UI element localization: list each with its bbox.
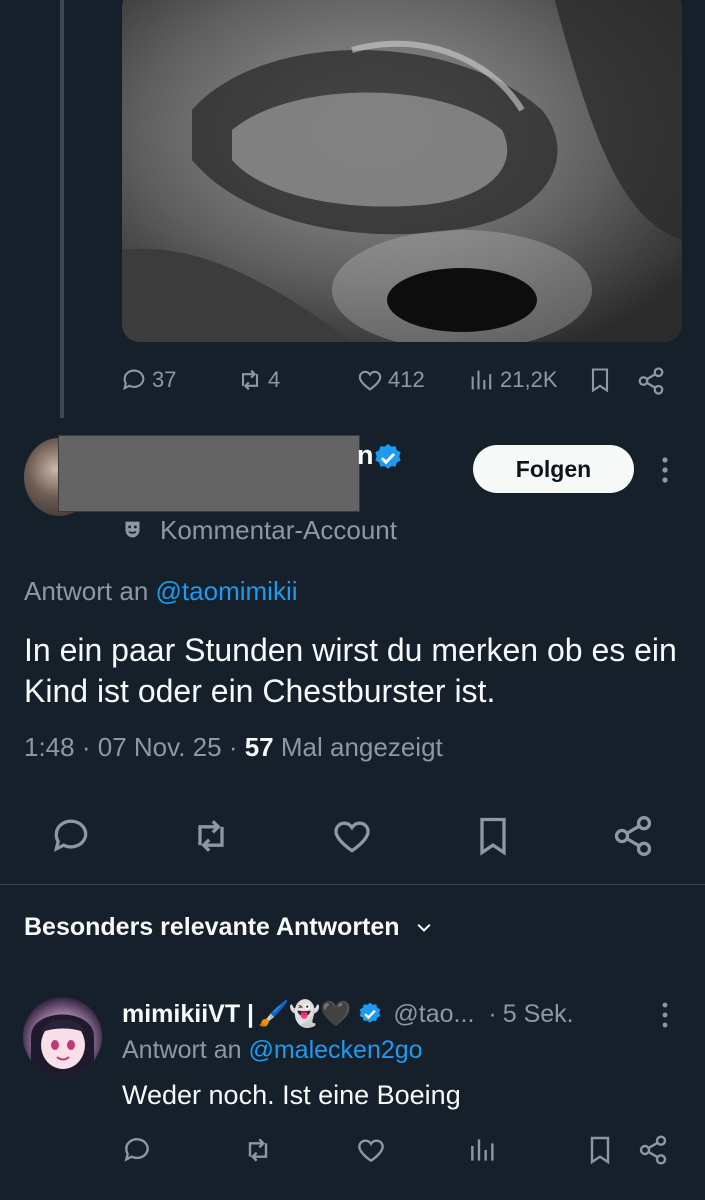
views-stat[interactable]: 21,2K <box>468 358 558 402</box>
retweet-icon[interactable] <box>189 814 233 858</box>
community-account-label: Kommentar-Account <box>122 515 397 546</box>
retweet-count: 4 <box>268 367 281 392</box>
reply-handle-link[interactable]: @taomimikii <box>156 576 298 606</box>
heart-icon <box>358 370 382 391</box>
share-icon[interactable] <box>611 814 655 858</box>
reply-action-bar <box>0 1134 705 1170</box>
reply-icon <box>123 369 145 391</box>
like-count: 412 <box>388 367 425 392</box>
tweet-text: In ein paar Stunden wirst du merken ob e… <box>24 632 677 709</box>
reply-timestamp[interactable]: 5 Sek. <box>503 1000 574 1029</box>
verified-badge-icon <box>360 1002 381 1023</box>
reply-icon[interactable] <box>49 814 93 858</box>
parent-tweet-stats: 37 4 412 21,2K <box>120 358 680 402</box>
reply-count: 37 <box>152 367 177 392</box>
anime-avatar-graphic <box>31 1014 94 1076</box>
ultrasound-graphic <box>122 0 682 342</box>
views-number: 57 <box>244 732 274 762</box>
follow-button[interactable]: Folgen <box>473 445 634 493</box>
retweet-stat[interactable]: 4 <box>236 358 280 402</box>
reply-prefix: Antwort an <box>24 576 149 606</box>
reply-header: mimikiiVT | 🖌️👻🖤 @tao... · 5 Sek. <box>122 996 574 1032</box>
reply-name-emojis: 🖌️👻🖤 <box>258 999 352 1028</box>
retweet-icon <box>241 369 259 391</box>
thread-line <box>60 0 64 418</box>
views-count: 21,2K <box>500 367 558 392</box>
views-chart-icon[interactable] <box>467 1134 499 1166</box>
redacted-author-name <box>58 435 360 512</box>
meta-separator: · <box>81 732 91 762</box>
tweet-date[interactable]: 07 Nov. 25 <box>98 732 222 762</box>
bookmark-icon[interactable] <box>471 814 515 858</box>
theater-masks-icon <box>125 521 140 537</box>
reply-reply-context: Antwort an @malecken2go <box>122 1036 423 1065</box>
reply-stat[interactable]: 37 <box>120 358 176 402</box>
chevron-down-icon <box>417 923 431 932</box>
more-options-icon[interactable] <box>655 454 675 486</box>
reply-icon[interactable] <box>121 1134 153 1166</box>
ultrasound-image[interactable] <box>122 0 682 342</box>
tweet-time[interactable]: 1:48 <box>24 732 75 762</box>
reply-dot-separator: · <box>488 999 497 1028</box>
heart-icon[interactable] <box>330 814 374 858</box>
reply-author-name[interactable]: mimikiiVT | <box>122 1000 254 1029</box>
verified-badge-icon <box>375 444 401 469</box>
bookmark-icon[interactable] <box>584 1134 616 1166</box>
heart-icon[interactable] <box>355 1134 387 1166</box>
retweet-icon[interactable] <box>242 1134 274 1166</box>
reply-context: Antwort an @taomimikii <box>24 576 298 607</box>
tweet-action-bar <box>0 814 705 862</box>
section-divider <box>0 884 705 885</box>
reply-author-avatar[interactable] <box>23 997 102 1076</box>
bookmark-icon[interactable] <box>586 366 614 394</box>
meta-separator: · <box>228 732 238 762</box>
tweet-meta: 1:48 · 07 Nov. 25 · 57 Mal angezeigt <box>24 732 443 763</box>
views-label: Mal angezeigt <box>280 732 443 762</box>
like-stat[interactable]: 412 <box>356 358 425 402</box>
share-icon[interactable] <box>637 1134 669 1166</box>
reply-more-options-icon[interactable] <box>655 1000 675 1030</box>
replies-sort-dropdown[interactable]: Besonders relevante Antworten <box>24 913 434 942</box>
reply-reply-prefix: Antwort an <box>122 1036 242 1064</box>
reply-author-handle[interactable]: @tao... <box>393 1000 474 1029</box>
reply-text: Weder noch. Ist eine Boeing <box>122 1080 461 1110</box>
community-label-text: Kommentar-Account <box>160 515 397 545</box>
section-title-text: Besonders relevante Antworten <box>24 913 400 941</box>
views-chart-icon <box>471 370 492 390</box>
share-icon[interactable] <box>636 366 666 396</box>
reply-reply-handle-link[interactable]: @malecken2go <box>248 1036 422 1064</box>
